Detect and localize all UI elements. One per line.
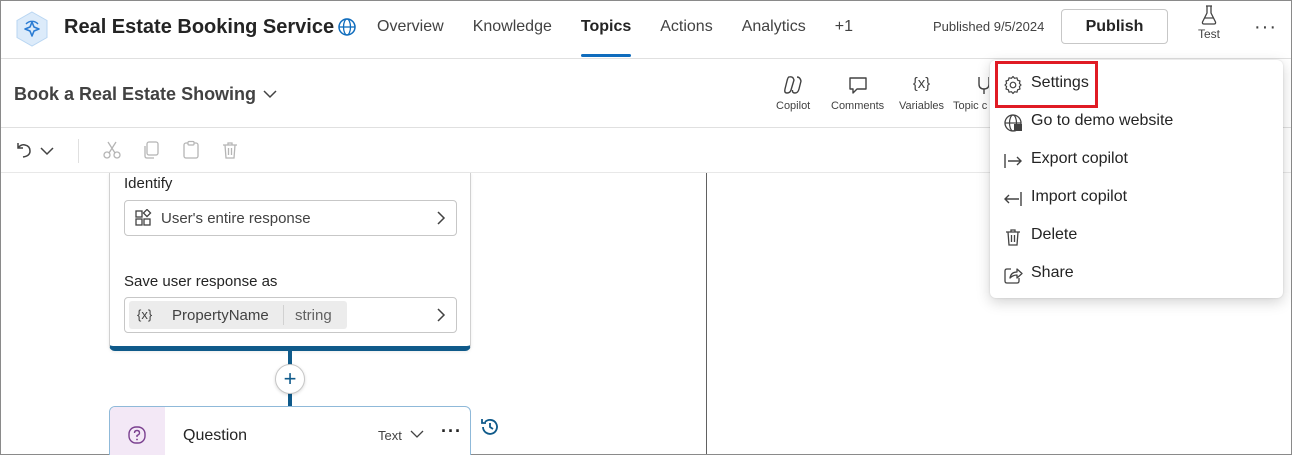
menu-item-go-to-demo-website[interactable]: Go to demo website [990, 103, 1283, 141]
comments-tool-button[interactable]: Comments [831, 74, 884, 112]
tab-topics[interactable]: Topics [580, 1, 632, 59]
undo-dropdown-chevron-icon[interactable] [40, 143, 54, 161]
comments-tool-label: Comments [831, 100, 885, 112]
variable-icon: {x} [137, 307, 153, 322]
flask-icon [1201, 5, 1217, 25]
app-title: Real Estate Booking Service [64, 16, 335, 38]
menu-item-settings[interactable]: Settings [990, 65, 1283, 103]
menu-item-label: Share [1031, 264, 1074, 281]
entity-icon [135, 209, 152, 226]
top-header: Real Estate Booking Service Overview Kno… [1, 1, 1291, 59]
more-options-menu: Settings Go to demo website Export copil… [990, 60, 1283, 298]
export-icon [1004, 154, 1022, 168]
main-nav: Overview Knowledge Topics Actions Analyt… [377, 1, 882, 59]
chevron-right-icon [437, 211, 446, 225]
save-variable-selector[interactable]: {x} PropertyName string [124, 297, 457, 333]
history-icon[interactable] [479, 416, 501, 443]
toolbar-divider [78, 139, 79, 163]
save-response-label: Save user response as [124, 273, 278, 290]
topic-checker-tool-label: Topic c [953, 100, 988, 112]
chevron-down-icon[interactable] [410, 429, 424, 439]
variable-type: string [295, 307, 332, 324]
variable-chip[interactable]: {x} PropertyName string [129, 301, 347, 329]
add-node-button[interactable]: + [275, 364, 305, 394]
tab-actions[interactable]: Actions [660, 1, 712, 59]
menu-item-label: Import copilot [1031, 188, 1128, 205]
globe-icon [1004, 114, 1022, 132]
menu-item-label: Delete [1031, 226, 1078, 243]
share-icon [1004, 268, 1023, 284]
question-icon [127, 425, 147, 450]
comment-icon [848, 77, 867, 94]
variables-tool-button[interactable]: {x} Variables [899, 74, 944, 112]
test-button[interactable]: Test [1189, 5, 1229, 41]
menu-item-label: Go to demo website [1031, 112, 1174, 129]
delete-icon[interactable] [220, 140, 240, 165]
paste-icon[interactable] [181, 140, 201, 165]
question-node-header[interactable]: Question Text ··· [109, 406, 471, 455]
cut-icon[interactable] [102, 140, 122, 165]
copilot-tool-button[interactable]: Copilot [776, 74, 810, 112]
identify-value: User's entire response [161, 210, 311, 227]
tab-overview[interactable]: Overview [377, 1, 444, 59]
menu-item-delete[interactable]: Delete [990, 217, 1283, 255]
identify-label: Identify [124, 175, 173, 192]
menu-item-label: Settings [1031, 74, 1089, 91]
published-status: Published 9/5/2024 [933, 19, 1045, 34]
menu-item-export-copilot[interactable]: Export copilot [990, 141, 1283, 179]
variables-tool-label: Variables [899, 100, 945, 112]
copilot-logo-icon[interactable] [13, 10, 51, 48]
question-node-card[interactable]: Identify User's entire response Save use… [109, 173, 471, 351]
tab-knowledge[interactable]: Knowledge [473, 1, 552, 59]
topic-checker-icon [978, 77, 989, 94]
chevron-down-icon[interactable] [263, 86, 277, 104]
variable-chip-divider [283, 305, 284, 325]
publish-button[interactable]: Publish [1061, 9, 1168, 44]
menu-item-label: Export copilot [1031, 150, 1128, 167]
trash-icon [1006, 229, 1020, 246]
tab-analytics[interactable]: Analytics [742, 1, 806, 59]
canvas-divider-line [706, 173, 707, 454]
menu-item-import-copilot[interactable]: Import copilot [990, 179, 1283, 217]
topic-title: Book a Real Estate Showing [14, 84, 257, 104]
chevron-right-icon [437, 308, 446, 322]
undo-icon[interactable] [13, 140, 33, 165]
more-options-icon[interactable]: ··· [1254, 16, 1277, 39]
globe-icon[interactable] [337, 17, 357, 37]
copilot-tool-label: Copilot [776, 100, 811, 112]
node-more-options-icon[interactable]: ··· [441, 421, 462, 442]
variable-name: PropertyName [172, 307, 269, 324]
copilot-icon [784, 76, 802, 94]
topic-checker-tool-button[interactable]: Topic c [953, 74, 989, 112]
import-icon [1004, 192, 1022, 206]
menu-item-share[interactable]: Share [990, 255, 1283, 293]
copy-icon[interactable] [141, 140, 161, 165]
gear-icon [1004, 75, 1022, 95]
tab-more-overflow[interactable]: +1 [835, 1, 853, 59]
identify-entity-selector[interactable]: User's entire response [124, 200, 457, 236]
question-node-title: Question [183, 427, 248, 444]
test-label: Test [1197, 27, 1220, 41]
variable-icon: {x} [912, 75, 931, 92]
question-type-dropdown[interactable]: Text [378, 428, 402, 443]
